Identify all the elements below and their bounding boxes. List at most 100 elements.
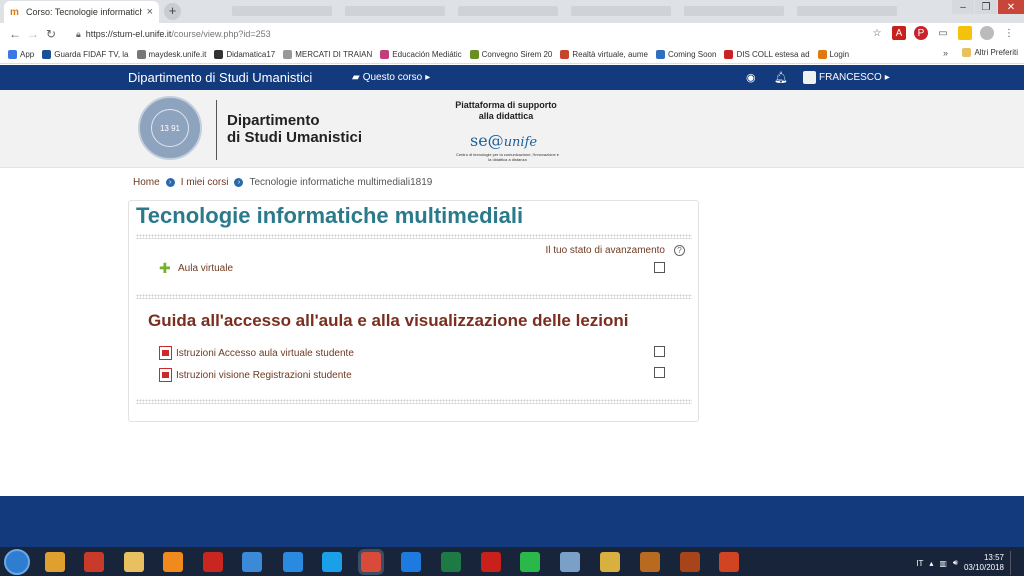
star-icon[interactable]: ☆ [870,26,884,40]
bookmark-item[interactable]: Educación Mediátic [380,49,462,59]
completion-checkbox[interactable] [654,262,665,273]
close-tab-icon[interactable]: × [147,6,153,18]
completion-checkbox[interactable] [654,346,665,357]
background-tab[interactable] [684,6,784,16]
course-content: Tecnologie informatiche multimediali Il … [128,200,699,422]
bookmark-item[interactable]: DIS COLL estesa ad [724,49,810,59]
bookmark-item[interactable]: maydesk.unife.it [136,49,206,59]
tab-title: Corso: Tecnologie informatiche m [26,7,142,17]
browser-tab-strip: m Corso: Tecnologie informatiche m × + –… [0,0,1024,23]
resource-label: Istruzioni visione Registrazioni student… [176,369,352,381]
target-icon[interactable]: ◉ [746,71,756,84]
page-title: Tecnologie informatiche multimediali [136,203,524,228]
file-explorer-icon[interactable] [124,552,144,572]
background-tab[interactable] [345,6,445,16]
network-icon[interactable]: ▥ [939,559,947,568]
reload-icon[interactable]: ↻ [42,27,60,41]
avatar[interactable] [980,26,994,40]
chevron-up-icon[interactable]: ▴ [929,559,933,568]
game-icon[interactable] [640,552,660,572]
windows-start-icon[interactable] [4,549,30,575]
chrome-icon[interactable] [361,552,381,572]
maximize-icon[interactable]: ❐ [975,0,997,14]
caret-right-icon: ▸ [884,72,890,83]
powerpoint-icon[interactable] [719,552,739,572]
resource-link[interactable]: Istruzioni Accesso aula virtuale student… [159,346,354,360]
bookmark-favicon-icon [214,49,224,59]
background-tab[interactable] [797,6,897,16]
bookmark-favicon-icon [283,49,293,59]
media-player-icon[interactable] [45,552,65,572]
cast-icon[interactable]: ▭ [936,26,950,40]
other-bookmarks[interactable]: Altri Preferiti [962,48,1018,57]
vlc-icon[interactable] [163,552,183,572]
acrobat-icon[interactable] [481,552,501,572]
moodle-icon: m [10,6,19,18]
back-icon[interactable]: ← [6,27,24,41]
extension-icon[interactable] [958,26,972,40]
url-path: /course/view.php?id=253 [171,29,271,39]
bookmark-item[interactable]: Didamatica17 [214,49,275,59]
scanner-icon[interactable] [560,552,580,572]
bookmark-item[interactable]: Login [817,49,849,59]
bookmarks-more-icon[interactable]: » [943,48,948,58]
breadcrumb-my-courses[interactable]: I miei corsi [181,177,229,188]
help-icon[interactable]: ? [674,245,685,256]
sea-unife-tagline: Centro di tecnologie per la comunicazion… [455,152,560,162]
pdf-icon [159,346,172,360]
header-banner: 13 91 Dipartimento di Studi Umanistici P… [0,90,1024,168]
acrobat-extension-icon[interactable]: A [892,26,906,40]
completion-checkbox[interactable] [654,367,665,378]
bookmark-item[interactable]: Realtà virtuale, aume [560,49,648,59]
whatsapp-icon[interactable] [520,552,540,572]
excel-icon[interactable] [441,552,461,572]
skype-icon[interactable] [322,552,342,572]
bookmark-item[interactable]: Convegno Sirem 20 [469,49,552,59]
url-host: https://stum-el.unife.it [85,29,172,39]
bookmark-item[interactable]: App [8,49,34,59]
background-tab[interactable] [232,6,332,16]
bookmark-item[interactable]: MERCATI DI TRAIAN [283,49,372,59]
vpn-icon[interactable] [242,552,262,572]
bookmark-favicon-icon [560,49,570,59]
activity-aula-virtuale[interactable]: ✚ Aula virtuale [159,261,233,275]
clock[interactable]: 13:57 03/10/2018 [964,553,1004,573]
user-menu[interactable]: FRANCESCO ▸ [803,71,890,84]
bookmark-favicon-icon [724,49,734,59]
close-window-icon[interactable]: ✕ [998,0,1024,14]
internet-explorer-icon[interactable] [283,552,303,572]
breadcrumb-current[interactable]: Tecnologie informatiche multimediali1819 [249,177,432,188]
sea-unife-logo[interactable]: se@unife [470,131,537,150]
forward-icon[interactable]: → [24,27,42,41]
presentation-viewer-icon[interactable] [680,552,700,572]
bell-icon[interactable]: 🔔︎ [774,71,788,84]
url-field[interactable]: 🔒︎ https://stum-el.unife.it/course/view.… [76,26,866,42]
section-title: Guida all'accesso all'aula e alla visual… [148,311,629,330]
pinterest-icon[interactable]: P [914,26,928,40]
university-seal[interactable]: 13 91 [138,96,202,160]
breadcrumb: Home › I miei corsi › Tecnologie informa… [133,177,432,188]
resource-link[interactable]: Istruzioni visione Registrazioni student… [159,368,352,382]
window-controls: – ❐ ✕ [951,0,1024,14]
dropbox-icon[interactable] [401,552,421,572]
language-indicator[interactable]: IT [916,559,923,568]
show-desktop-button[interactable] [1010,551,1016,575]
chevron-right-icon: › [165,178,175,187]
bookmark-item[interactable]: Coming Soon [655,49,716,59]
menu-icon[interactable]: ⋮ [1002,26,1016,40]
new-tab-button[interactable]: + [164,3,181,20]
volume-icon[interactable]: 🔊︎ [953,558,958,568]
minimize-icon[interactable]: – [952,0,974,14]
browser-tab[interactable]: m Corso: Tecnologie informatiche m × [4,1,159,23]
background-tab[interactable] [458,6,558,16]
breadcrumb-home[interactable]: Home [133,177,160,188]
course-menu[interactable]: ▰ Questo corso ▸ [352,72,430,83]
site-brand[interactable]: Dipartimento di Studi Umanistici [128,70,312,85]
resource-label: Istruzioni Accesso aula virtuale student… [176,347,354,359]
background-tab[interactable] [571,6,671,16]
filezilla-icon[interactable] [203,552,223,572]
lock-icon: 🔒︎ [76,28,81,39]
library-icon[interactable] [600,552,620,572]
tools-icon[interactable] [84,552,104,572]
bookmark-item[interactable]: Guarda FIDAF TV, la [42,49,129,59]
